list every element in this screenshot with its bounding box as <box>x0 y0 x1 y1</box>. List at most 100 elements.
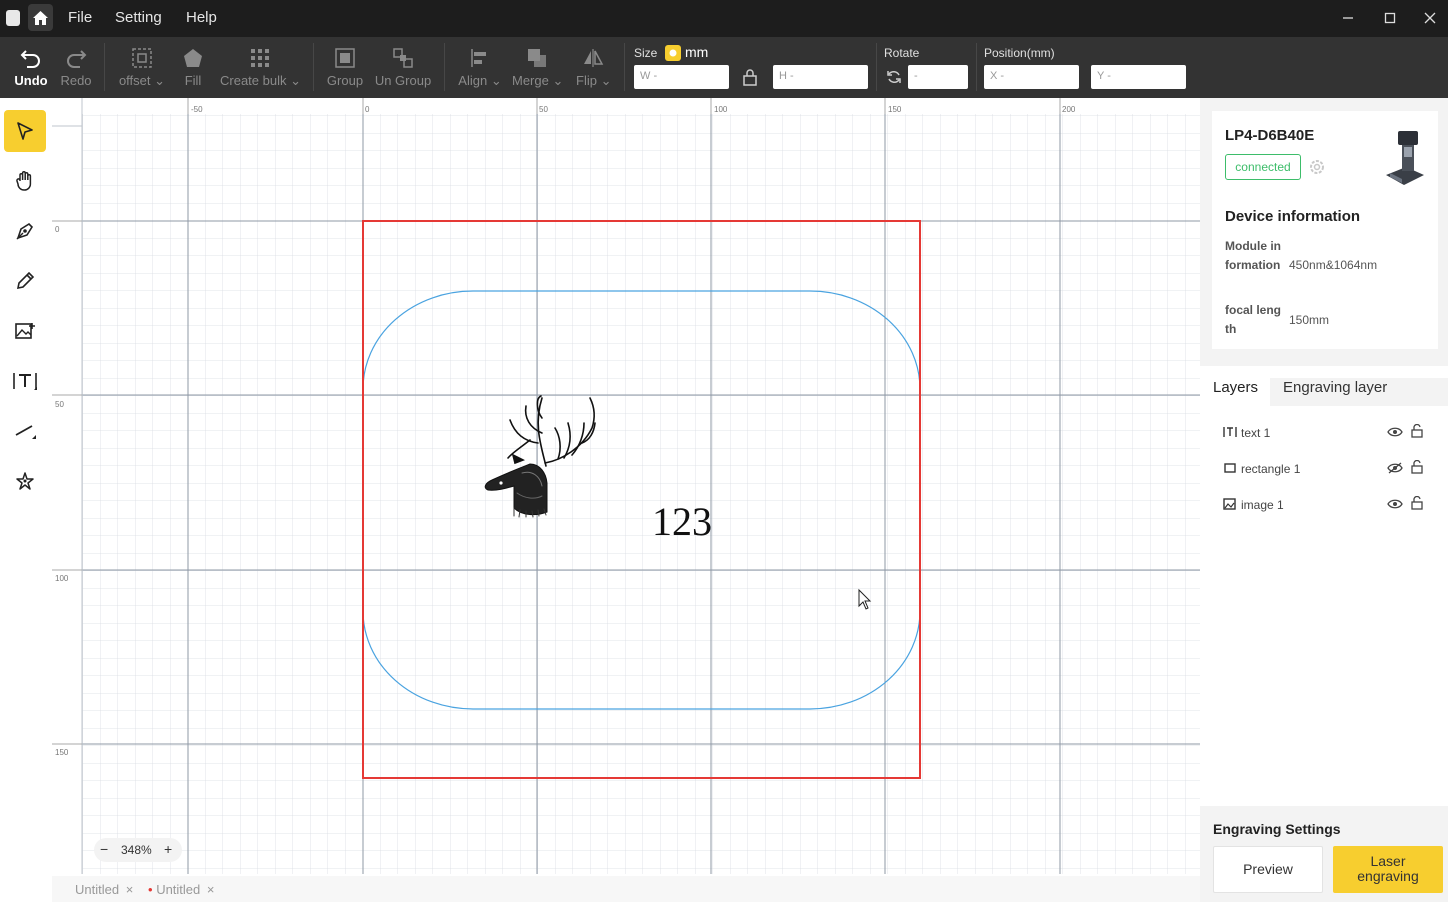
ruler-left <box>52 98 82 874</box>
line-tool[interactable] <box>4 410 46 452</box>
select-tool[interactable] <box>4 110 46 152</box>
zoom-level: 348% <box>121 843 152 857</box>
hand-tool[interactable] <box>4 160 46 202</box>
minimize-button[interactable] <box>1336 6 1360 30</box>
zoom-control: − 348% + <box>94 838 182 862</box>
text-object-123[interactable]: 123 <box>652 499 712 544</box>
add-image-tool[interactable] <box>4 310 46 352</box>
create-bulk-label: Create bulk <box>220 73 287 88</box>
design-canvas[interactable]: -50 0 50 100 150 200 0 50 100 150 123 <box>52 98 1200 874</box>
image-layer-icon <box>1223 498 1236 510</box>
width-input[interactable]: W - <box>634 65 729 89</box>
x-input[interactable]: X - <box>984 65 1079 89</box>
height-input[interactable]: H - <box>773 65 868 89</box>
layer-name: image 1 <box>1241 498 1284 512</box>
laser-engraving-button[interactable]: Laser engraving <box>1333 846 1443 893</box>
pencil-tool[interactable] <box>4 260 46 302</box>
unsaved-dot-icon: • <box>148 882 153 897</box>
eye-icon[interactable] <box>1387 426 1403 438</box>
ruler-x-label: 150 <box>888 105 902 114</box>
menu-help[interactable]: Help <box>186 9 217 26</box>
toolbar: Undo Redo offset ⌄ Fill Create bulk ⌄ Gr… <box>0 37 1448 98</box>
maximize-button[interactable] <box>1378 6 1402 30</box>
merge-button[interactable]: Merge ⌄ <box>512 45 563 89</box>
undo-button[interactable]: Undo <box>12 45 50 88</box>
position-label: Position(mm) <box>984 46 1055 60</box>
layer-row[interactable]: rectangle 1 <box>1200 454 1448 484</box>
fill-button[interactable]: Fill <box>180 45 206 88</box>
device-name: LP4-D6B40E <box>1225 127 1315 144</box>
y-input[interactable]: Y - <box>1091 65 1186 89</box>
unlock-icon[interactable] <box>1411 460 1423 474</box>
toolbar-divider <box>876 43 877 91</box>
redo-icon <box>67 50 87 68</box>
lock-ratio-button[interactable] <box>742 68 758 89</box>
toolbar-divider <box>104 43 105 91</box>
layer-row[interactable]: image 1 <box>1200 490 1448 520</box>
app-window: File Setting Help Undo Redo offset ⌄ Fil… <box>0 0 1448 902</box>
layer-row[interactable]: text 1 <box>1200 418 1448 448</box>
layer-name: rectangle 1 <box>1241 462 1301 476</box>
file-tab[interactable]: Untitled × <box>75 882 133 897</box>
create-bulk-button[interactable]: Create bulk ⌄ <box>220 45 301 89</box>
ruler-x-label: 50 <box>539 105 548 114</box>
group-label: Group <box>326 73 364 88</box>
cursor-icon <box>17 122 33 140</box>
redo-label: Redo <box>60 73 92 88</box>
tab-engraving-layer[interactable]: Engraving layer <box>1283 379 1387 396</box>
ruler-x-label: -50 <box>191 105 203 114</box>
zoom-out-button[interactable]: − <box>100 841 108 857</box>
flip-label: Flip <box>576 73 597 88</box>
group-button[interactable]: Group <box>326 45 364 88</box>
unlock-icon[interactable] <box>1411 424 1423 438</box>
undo-label: Undo <box>14 73 48 88</box>
merge-icon <box>528 49 546 67</box>
menu-file[interactable]: File <box>68 9 92 26</box>
rotate-icon <box>887 71 901 83</box>
rotate-button[interactable] <box>886 69 902 88</box>
close-icon <box>1424 12 1436 24</box>
device-settings-button[interactable] <box>1307 157 1327 182</box>
device-info-title: Device information <box>1225 208 1361 225</box>
ruler-y-label: 50 <box>55 400 64 409</box>
size-unit: mm <box>685 44 709 60</box>
tab-layers[interactable]: Layers <box>1213 379 1258 396</box>
minimize-icon <box>1343 17 1353 19</box>
ungroup-button[interactable]: Un Group <box>374 45 432 88</box>
unit-toggle[interactable] <box>665 45 681 61</box>
pen-tool[interactable] <box>4 210 46 252</box>
close-button[interactable] <box>1418 6 1442 30</box>
toggle-icon <box>669 49 677 57</box>
eye-icon[interactable] <box>1387 498 1403 510</box>
fill-label: Fill <box>184 73 202 88</box>
ruler-y-label: 0 <box>55 225 60 234</box>
gear-icon <box>1310 160 1324 174</box>
engraving-settings-panel: Engraving Settings Preview Laser engravi… <box>1200 808 1448 902</box>
align-button[interactable]: Align ⌄ <box>458 45 502 89</box>
close-tab-icon[interactable]: × <box>126 882 134 897</box>
unlock-icon[interactable] <box>1411 496 1423 510</box>
zoom-in-button[interactable]: + <box>164 841 172 857</box>
offset-button[interactable]: offset ⌄ <box>118 45 166 89</box>
preview-button[interactable]: Preview <box>1213 846 1323 893</box>
flip-icon <box>584 49 604 67</box>
module-info-value: 450nm&1064nm <box>1289 258 1378 272</box>
app-logo-icon <box>6 10 20 26</box>
focal-length-label: focal length <box>1225 303 1282 336</box>
canvas-grid <box>82 114 1200 874</box>
rotate-input[interactable]: - <box>908 65 968 89</box>
home-button[interactable] <box>28 4 53 31</box>
eye-hidden-icon[interactable] <box>1387 462 1403 474</box>
file-tab-active[interactable]: • Untitled × <box>148 882 214 897</box>
magic-tool[interactable] <box>4 460 46 502</box>
canvas-svg: -50 0 50 100 150 200 0 50 100 150 123 <box>52 98 1200 874</box>
flip-button[interactable]: Flip ⌄ <box>576 45 611 89</box>
layers-panel: Layers Engraving layer text 1 rectangle … <box>1200 366 1448 806</box>
menu-setting[interactable]: Setting <box>115 9 162 26</box>
ungroup-label: Un Group <box>374 73 432 88</box>
close-tab-icon[interactable]: × <box>207 882 215 897</box>
redo-button[interactable]: Redo <box>58 45 94 88</box>
text-tool[interactable] <box>4 360 46 402</box>
toolbar-divider <box>976 43 977 91</box>
text-icon <box>13 373 37 390</box>
